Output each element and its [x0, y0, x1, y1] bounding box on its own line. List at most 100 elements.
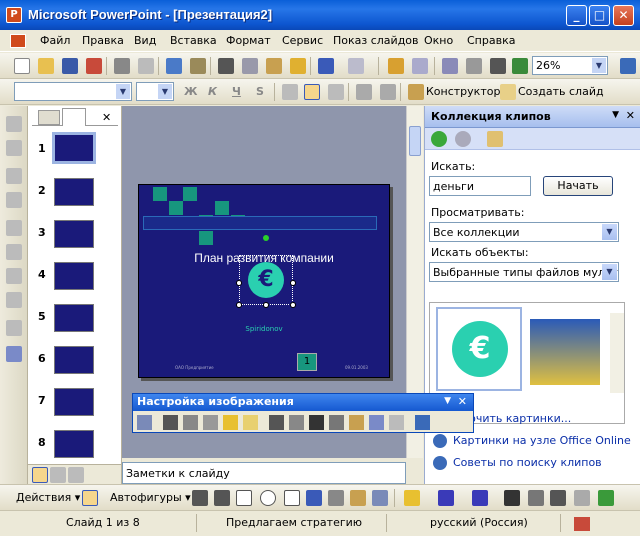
slide-thumbnail-6[interactable] [54, 346, 94, 374]
transparent-color-icon[interactable] [389, 415, 404, 430]
font-color-icon[interactable] [472, 490, 488, 506]
picture-toolbar-title[interactable]: Настройка изображения ▼ ✕ [133, 394, 473, 411]
designer-icon[interactable] [408, 84, 424, 100]
slide-subtitle[interactable]: Spiridonov [139, 325, 389, 333]
format-painter-icon[interactable] [290, 58, 306, 74]
bullets-icon[interactable] [380, 84, 396, 100]
back-icon[interactable] [431, 131, 447, 147]
permission-icon[interactable] [86, 58, 102, 74]
less-brightness-icon[interactable] [243, 415, 258, 430]
notes-field[interactable]: Заметки к слайду [122, 462, 406, 484]
document-icon[interactable] [10, 34, 26, 48]
font-size-combo[interactable]: ▼ [136, 82, 174, 101]
expand-outline-icon[interactable] [6, 244, 22, 260]
new-slide-button[interactable]: Создать слайд [518, 85, 604, 98]
normal-view-icon[interactable] [32, 467, 48, 483]
slide-thumbnail-2[interactable] [54, 178, 94, 206]
more-contrast-icon[interactable] [183, 415, 198, 430]
reset-picture-icon[interactable] [415, 415, 430, 430]
align-left-icon[interactable] [282, 84, 298, 100]
collections-select[interactable]: Все коллекции ▼ [429, 222, 619, 242]
chevron-down-icon[interactable]: ▼ [592, 58, 606, 73]
align-right-icon[interactable] [328, 84, 344, 100]
undo-icon[interactable] [318, 58, 334, 74]
grid-icon[interactable] [490, 58, 506, 74]
outline-tab[interactable] [38, 110, 60, 125]
picture-icon[interactable] [372, 490, 388, 506]
arrow-icon[interactable] [214, 490, 230, 506]
textbox-icon[interactable] [284, 490, 300, 506]
format-picture-icon[interactable] [369, 415, 384, 430]
slide-thumbnail-1[interactable] [52, 132, 96, 164]
oval-icon[interactable] [260, 490, 276, 506]
paste-icon[interactable] [266, 58, 282, 74]
menu-tools[interactable]: Сервис [282, 34, 323, 47]
slide-thumbnail-7[interactable] [54, 388, 94, 416]
research-icon[interactable] [190, 58, 206, 74]
clipart-icon[interactable] [350, 490, 366, 506]
current-slide[interactable]: План развития компании € Spiridonov ОАО … [138, 184, 390, 378]
copy-icon[interactable] [242, 58, 258, 74]
maximize-button[interactable]: □ [589, 5, 610, 26]
expand-all-icon[interactable] [6, 292, 22, 308]
selected-clipart[interactable]: € [239, 255, 293, 305]
numbering-icon[interactable] [356, 84, 372, 100]
spelling-status-icon[interactable] [574, 517, 590, 531]
diagram-icon[interactable] [328, 490, 344, 506]
designer-button[interactable]: Конструктор [426, 85, 500, 98]
resize-handle[interactable] [263, 302, 269, 308]
arrow-style-icon[interactable] [550, 490, 566, 506]
clip-result-euro[interactable]: € [436, 307, 522, 391]
chevron-down-icon[interactable]: ▼ [444, 396, 451, 406]
show-formatting-outline-icon[interactable] [6, 346, 22, 362]
menu-insert[interactable]: Вставка [170, 34, 217, 47]
scroll-thumb[interactable] [409, 126, 421, 156]
bold-button[interactable]: Ж [184, 85, 197, 98]
save-icon[interactable] [62, 58, 78, 74]
3d-style-icon[interactable] [598, 490, 614, 506]
slide-thumbnail-3[interactable] [54, 220, 94, 248]
line-weight-icon[interactable] [504, 490, 520, 506]
slide-thumbnail-8[interactable] [54, 430, 94, 458]
crop-icon[interactable] [269, 415, 284, 430]
search-go-button[interactable]: Начать [543, 176, 613, 196]
slides-tab[interactable] [62, 108, 86, 126]
insert-picture-icon[interactable] [137, 415, 152, 430]
search-tips-link[interactable]: Советы по поиску клипов [453, 456, 602, 469]
insert-chart-icon[interactable] [388, 58, 404, 74]
preview-icon[interactable] [138, 58, 154, 74]
rotate-handle[interactable] [263, 235, 269, 241]
resize-handle[interactable] [236, 280, 242, 286]
rotate-icon[interactable] [289, 415, 304, 430]
compress-icon[interactable] [329, 415, 344, 430]
summary-slide-icon[interactable] [6, 320, 22, 336]
line-style-icon[interactable] [309, 415, 324, 430]
print-icon[interactable] [114, 58, 130, 74]
new-icon[interactable] [14, 58, 30, 74]
shadow-button[interactable]: S [256, 85, 264, 98]
zoom-combo[interactable]: 26% ▼ [532, 56, 608, 75]
shadow-style-icon[interactable] [574, 490, 590, 506]
font-combo[interactable]: ▼ [14, 82, 132, 101]
resize-handle[interactable] [236, 302, 242, 308]
autoshapes-menu[interactable]: Автофигуры ▾ [110, 491, 191, 504]
italic-button[interactable]: К [208, 85, 217, 98]
promote-icon[interactable] [6, 116, 22, 132]
select-pointer-icon[interactable] [82, 490, 98, 506]
menu-slideshow[interactable]: Показ слайдов [333, 34, 419, 47]
move-up-icon[interactable] [6, 168, 22, 184]
color-icon[interactable] [163, 415, 178, 430]
close-icon[interactable]: ✕ [626, 109, 635, 122]
media-types-select[interactable]: Выбранные типы файлов мульти ▼ [429, 262, 619, 282]
redo-icon[interactable] [348, 58, 364, 74]
home-icon[interactable] [487, 131, 503, 147]
insert-table-icon[interactable] [412, 58, 428, 74]
demote-icon[interactable] [6, 140, 22, 156]
line-color-icon[interactable] [438, 490, 454, 506]
recolor-icon[interactable] [349, 415, 364, 430]
menu-help[interactable]: Справка [467, 34, 515, 47]
new-slide-icon[interactable] [500, 84, 516, 100]
menu-file[interactable]: Файл [40, 34, 70, 47]
resize-handle[interactable] [290, 280, 296, 286]
collapse-all-icon[interactable] [6, 268, 22, 284]
